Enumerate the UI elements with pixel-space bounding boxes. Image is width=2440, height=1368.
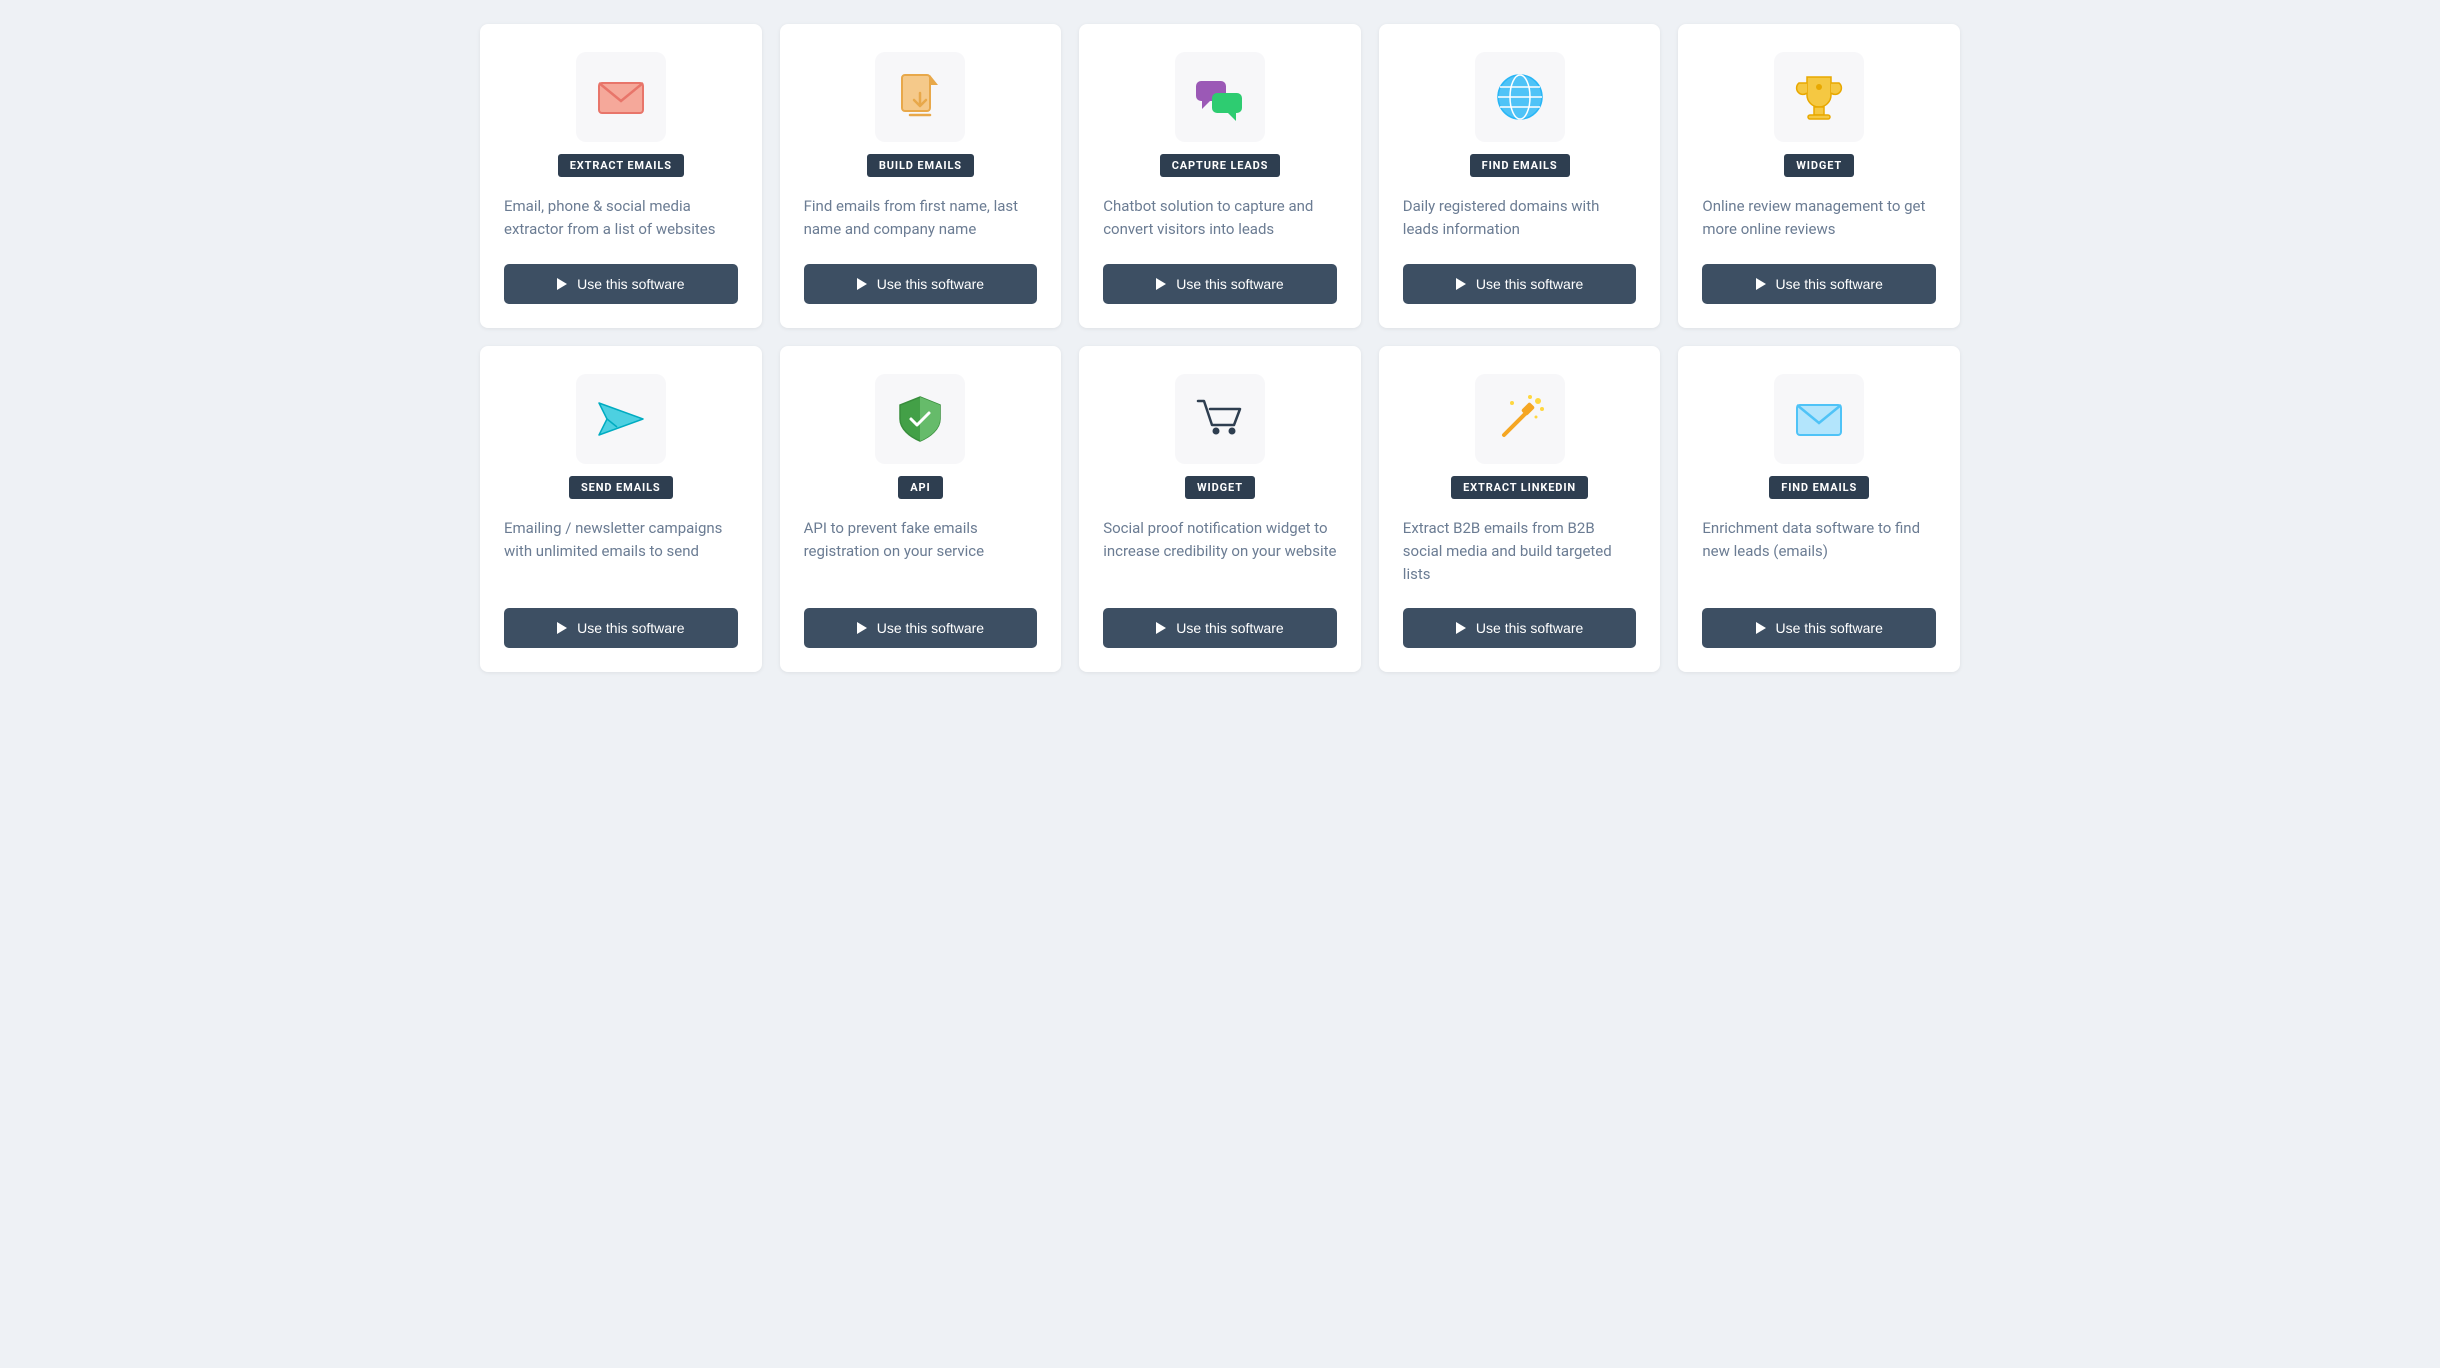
play-icon: [1756, 622, 1766, 634]
card-desc-extract-emails: Email, phone & social media extractor fr…: [504, 195, 738, 242]
use-software-label: Use this software: [1176, 620, 1283, 636]
use-software-button-capture-leads[interactable]: Use this software: [1103, 264, 1337, 304]
card-desc-find-emails-envelope: Enrichment data software to find new lea…: [1702, 517, 1936, 587]
use-software-label: Use this software: [1176, 276, 1283, 292]
play-icon: [1456, 622, 1466, 634]
use-software-label: Use this software: [1776, 276, 1883, 292]
use-software-label: Use this software: [877, 276, 984, 292]
card-extract-linkedin: EXTRACT LINKEDIN Extract B2B emails from…: [1379, 346, 1661, 673]
use-software-button-widget-cart[interactable]: Use this software: [1103, 608, 1337, 648]
card-desc-capture-leads: Chatbot solution to capture and convert …: [1103, 195, 1337, 242]
use-software-button-send-emails[interactable]: Use this software: [504, 608, 738, 648]
chat-bubbles-icon: [1175, 52, 1265, 142]
card-extract-emails: EXTRACT EMAILS Email, phone & social med…: [480, 24, 762, 328]
use-software-label: Use this software: [1776, 620, 1883, 636]
card-desc-api: API to prevent fake emails registration …: [804, 517, 1038, 587]
magic-wand-icon: [1475, 374, 1565, 464]
shield-icon: [875, 374, 965, 464]
trophy-icon: [1774, 52, 1864, 142]
globe-icon: [1475, 52, 1565, 142]
card-badge-widget-trophy: WIDGET: [1784, 154, 1854, 177]
use-software-label: Use this software: [577, 620, 684, 636]
play-icon: [1756, 278, 1766, 290]
play-icon: [1456, 278, 1466, 290]
use-software-label: Use this software: [1476, 276, 1583, 292]
card-desc-find-emails-globe: Daily registered domains with leads info…: [1403, 195, 1637, 242]
card-desc-widget-cart: Social proof notification widget to incr…: [1103, 517, 1337, 587]
cart-icon: [1175, 374, 1265, 464]
card-widget-cart: WIDGET Social proof notification widget …: [1079, 346, 1361, 673]
card-desc-widget-trophy: Online review management to get more onl…: [1702, 195, 1936, 242]
card-badge-extract-linkedin: EXTRACT LINKEDIN: [1451, 476, 1588, 499]
envelope-blue-icon: [1774, 374, 1864, 464]
card-desc-send-emails: Emailing / newsletter campaigns with unl…: [504, 517, 738, 587]
use-software-label: Use this software: [577, 276, 684, 292]
card-find-emails-globe: FIND EMAILS Daily registered domains wit…: [1379, 24, 1661, 328]
use-software-label: Use this software: [877, 620, 984, 636]
play-icon: [557, 278, 567, 290]
card-badge-send-emails: SEND EMAILS: [569, 476, 673, 499]
use-software-button-widget-trophy[interactable]: Use this software: [1702, 264, 1936, 304]
use-software-button-find-emails-envelope[interactable]: Use this software: [1702, 608, 1936, 648]
paper-plane-icon: [576, 374, 666, 464]
card-capture-leads: CAPTURE LEADS Chatbot solution to captur…: [1079, 24, 1361, 328]
play-icon: [1156, 622, 1166, 634]
document-download-icon: [875, 52, 965, 142]
card-badge-extract-emails: EXTRACT EMAILS: [558, 154, 684, 177]
card-badge-widget-cart: WIDGET: [1185, 476, 1255, 499]
play-icon: [857, 622, 867, 634]
card-widget-trophy: WIDGET Online review management to get m…: [1678, 24, 1960, 328]
card-desc-extract-linkedin: Extract B2B emails from B2B social media…: [1403, 517, 1637, 587]
card-badge-api: API: [898, 476, 942, 499]
play-icon: [1156, 278, 1166, 290]
card-send-emails: SEND EMAILS Emailing / newsletter campai…: [480, 346, 762, 673]
envelope-red-icon: [576, 52, 666, 142]
card-badge-find-emails-envelope: FIND EMAILS: [1769, 476, 1869, 499]
play-icon: [557, 622, 567, 634]
card-build-emails: BUILD EMAILS Find emails from first name…: [780, 24, 1062, 328]
card-badge-build-emails: BUILD EMAILS: [867, 154, 974, 177]
use-software-button-extract-emails[interactable]: Use this software: [504, 264, 738, 304]
software-grid: EXTRACT EMAILS Email, phone & social med…: [480, 24, 1960, 672]
card-badge-capture-leads: CAPTURE LEADS: [1160, 154, 1281, 177]
card-find-emails-envelope: FIND EMAILS Enrichment data software to …: [1678, 346, 1960, 673]
use-software-button-api[interactable]: Use this software: [804, 608, 1038, 648]
card-api: API API to prevent fake emails registrat…: [780, 346, 1062, 673]
card-desc-build-emails: Find emails from first name, last name a…: [804, 195, 1038, 242]
use-software-button-build-emails[interactable]: Use this software: [804, 264, 1038, 304]
card-badge-find-emails-globe: FIND EMAILS: [1470, 154, 1570, 177]
use-software-button-extract-linkedin[interactable]: Use this software: [1403, 608, 1637, 648]
play-icon: [857, 278, 867, 290]
use-software-label: Use this software: [1476, 620, 1583, 636]
use-software-button-find-emails-globe[interactable]: Use this software: [1403, 264, 1637, 304]
